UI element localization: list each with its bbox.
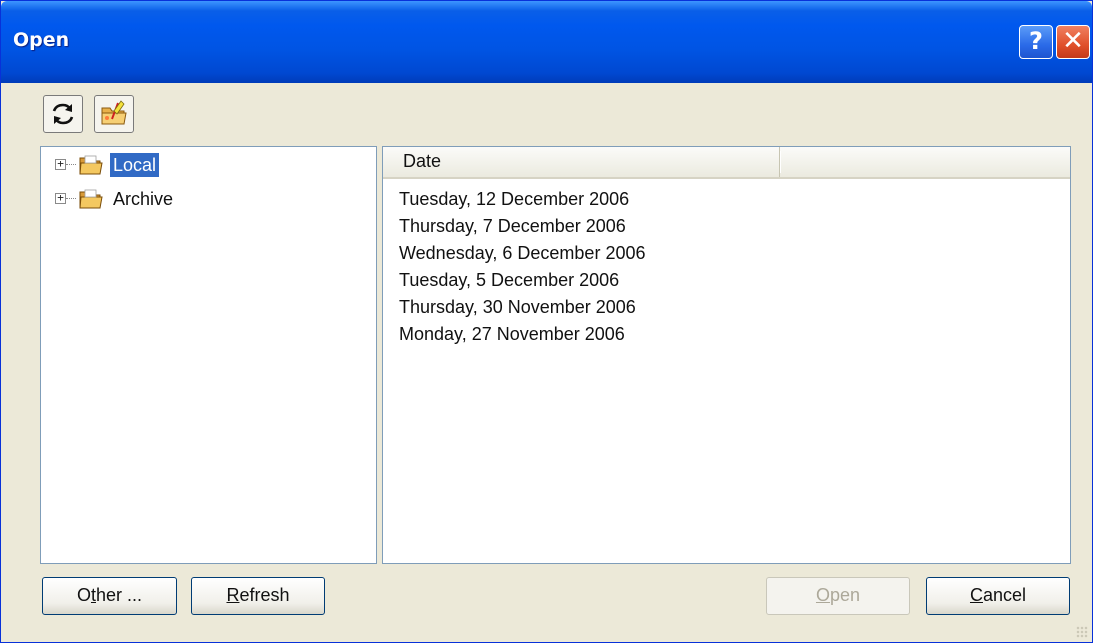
list-header: Date	[383, 147, 1070, 179]
help-button[interactable]: ?	[1019, 25, 1053, 59]
tree-item-label[interactable]: Archive	[110, 187, 176, 211]
cancel-button[interactable]: Cancel	[926, 577, 1070, 615]
toolbar-refresh-button[interactable]	[43, 95, 83, 133]
open-dialog: Open ? ✕ + Local + Archive Date Tuesday,…	[0, 0, 1093, 643]
date-list[interactable]: Date Tuesday, 12 December 2006 Thursday, …	[382, 146, 1071, 564]
resize-grip[interactable]	[1076, 626, 1088, 638]
expand-icon[interactable]: +	[55, 192, 66, 204]
expand-icon[interactable]: +	[55, 158, 66, 170]
list-item[interactable]: Tuesday, 5 December 2006	[399, 267, 645, 294]
window-title: Open	[13, 29, 70, 51]
refresh-icon	[52, 103, 74, 125]
close-button[interactable]: ✕	[1056, 25, 1090, 59]
folder-icon	[79, 155, 103, 175]
list-item[interactable]: Thursday, 30 November 2006	[399, 294, 645, 321]
list-item[interactable]: Tuesday, 12 December 2006	[399, 186, 645, 213]
toolbar-new-folder-button[interactable]	[94, 95, 134, 133]
open-button[interactable]: Open	[766, 577, 910, 615]
new-folder-icon	[101, 100, 127, 125]
refresh-button[interactable]: Refresh	[191, 577, 325, 615]
column-header-date[interactable]: Date	[383, 147, 780, 177]
list-item[interactable]: Monday, 27 November 2006	[399, 321, 645, 348]
title-bar[interactable]: Open ? ✕	[1, 1, 1092, 83]
folder-tree[interactable]: + Local + Archive	[40, 146, 377, 564]
tree-item-label[interactable]: Local	[110, 153, 160, 177]
folder-icon	[79, 189, 103, 209]
list-item[interactable]: Thursday, 7 December 2006	[399, 213, 645, 240]
list-item[interactable]: Wednesday, 6 December 2006	[399, 240, 645, 267]
other-button[interactable]: Other ...	[42, 577, 177, 615]
list-rows: Tuesday, 12 December 2006 Thursday, 7 Dec…	[399, 186, 645, 348]
column-header-label: Date	[403, 151, 442, 171]
